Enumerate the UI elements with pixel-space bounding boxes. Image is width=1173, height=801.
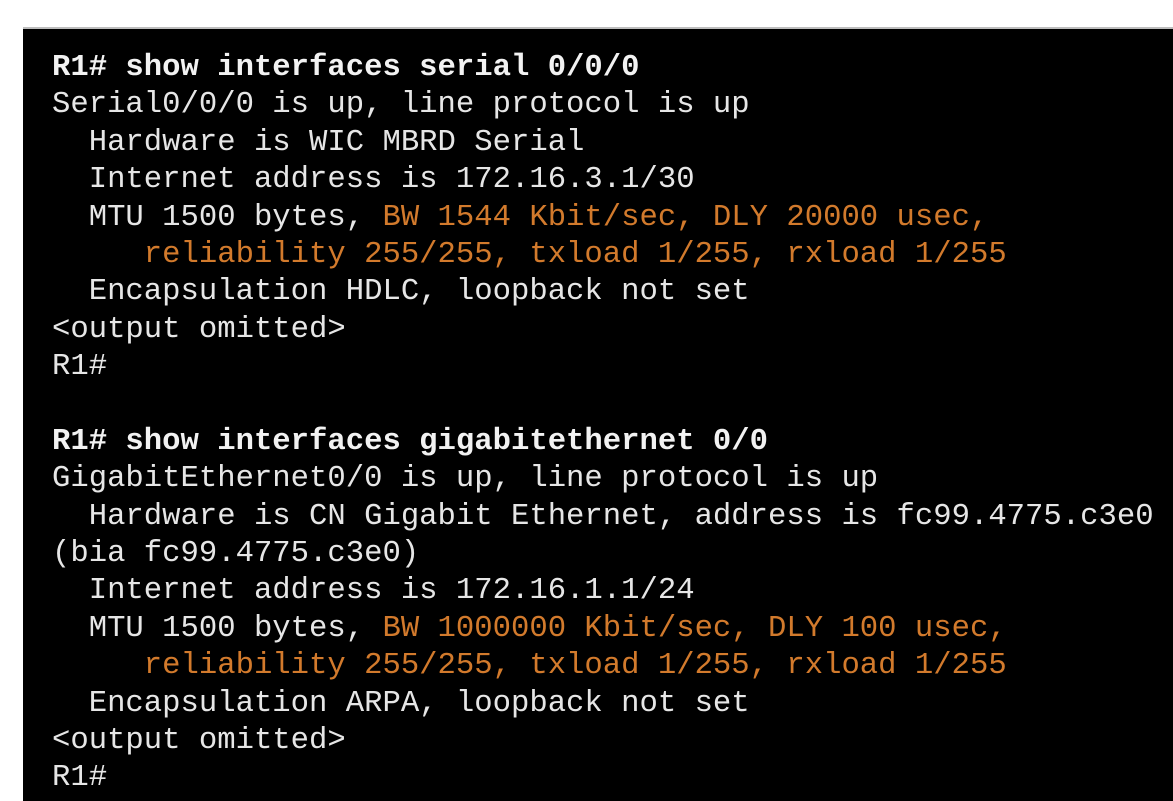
- output-line: MTU 1500 bytes, BW 1544 Kbit/sec, DLY 20…: [52, 200, 1173, 237]
- output-text: <output omitted>: [52, 312, 346, 347]
- highlighted-text: reliability 255/255, txload 1/255, rxloa…: [52, 237, 1007, 272]
- output-line: (bia fc99.4775.c3e0): [52, 536, 1173, 573]
- output-text: R1#: [52, 761, 108, 796]
- command-text: R1# show interfaces gigabitethernet 0/0: [52, 424, 769, 459]
- output-line: reliability 255/255, txload 1/255, rxloa…: [52, 237, 1173, 274]
- output-line: MTU 1500 bytes, BW 1000000 Kbit/sec, DLY…: [52, 611, 1173, 648]
- command-text: R1# show interfaces serial 0/0/0: [52, 51, 640, 85]
- output-line: reliability 255/255, txload 1/255, rxloa…: [52, 648, 1173, 685]
- output-text: <output omitted>: [52, 724, 346, 759]
- output-text: Serial0/0/0 is up, line protocol is up: [52, 88, 750, 123]
- output-text: (bia fc99.4775.c3e0): [52, 537, 420, 572]
- output-line: Encapsulation ARPA, loopback not set: [52, 686, 1173, 723]
- output-line: <output omitted>: [52, 312, 1173, 349]
- output-line: Serial0/0/0 is up, line protocol is up: [52, 87, 1173, 124]
- highlighted-text: BW 1000000 Kbit/sec, DLY 100 usec,: [382, 611, 1007, 646]
- output-line: Internet address is 172.16.1.1/24: [52, 573, 1173, 610]
- output-text: Hardware is CN Gigabit Ethernet, address…: [52, 499, 1154, 534]
- output-text: GigabitEthernet0/0 is up, line protocol …: [52, 462, 879, 497]
- output-line: Encapsulation HDLC, loopback not set: [52, 274, 1173, 311]
- terminal-output: R1# show interfaces serial 0/0/0 Serial0/…: [23, 27, 1173, 801]
- output-text: Encapsulation HDLC, loopback not set: [52, 275, 750, 310]
- output-line: Internet address is 172.16.3.1/30: [52, 162, 1173, 199]
- highlighted-text: reliability 255/255, txload 1/255, rxloa…: [52, 649, 1007, 684]
- output-line: <output omitted>: [52, 723, 1173, 760]
- output-line: R1#: [52, 760, 1173, 797]
- output-line: Hardware is WIC MBRD Serial: [52, 125, 1173, 162]
- output-line: Hardware is CN Gigabit Ethernet, address…: [52, 499, 1173, 536]
- output-text: Internet address is 172.16.3.1/30: [52, 163, 695, 198]
- output-text: MTU 1500 bytes,: [52, 200, 383, 235]
- output-line: GigabitEthernet0/0 is up, line protocol …: [52, 461, 1173, 498]
- output-text: R1#: [52, 350, 108, 385]
- output-text: Hardware is WIC MBRD Serial: [52, 125, 585, 160]
- output-text: MTU 1500 bytes,: [52, 611, 383, 646]
- output-line: R1#: [52, 349, 1173, 386]
- output-text: Internet address is 172.16.1.1/24: [52, 574, 695, 609]
- highlighted-text: BW 1544 Kbit/sec, DLY 20000 usec,: [382, 200, 989, 235]
- command-line: R1# show interfaces serial 0/0/0: [52, 50, 1173, 87]
- command-line: R1# show interfaces gigabitethernet 0/0: [52, 424, 1173, 461]
- output-text: Encapsulation ARPA, loopback not set: [52, 686, 750, 721]
